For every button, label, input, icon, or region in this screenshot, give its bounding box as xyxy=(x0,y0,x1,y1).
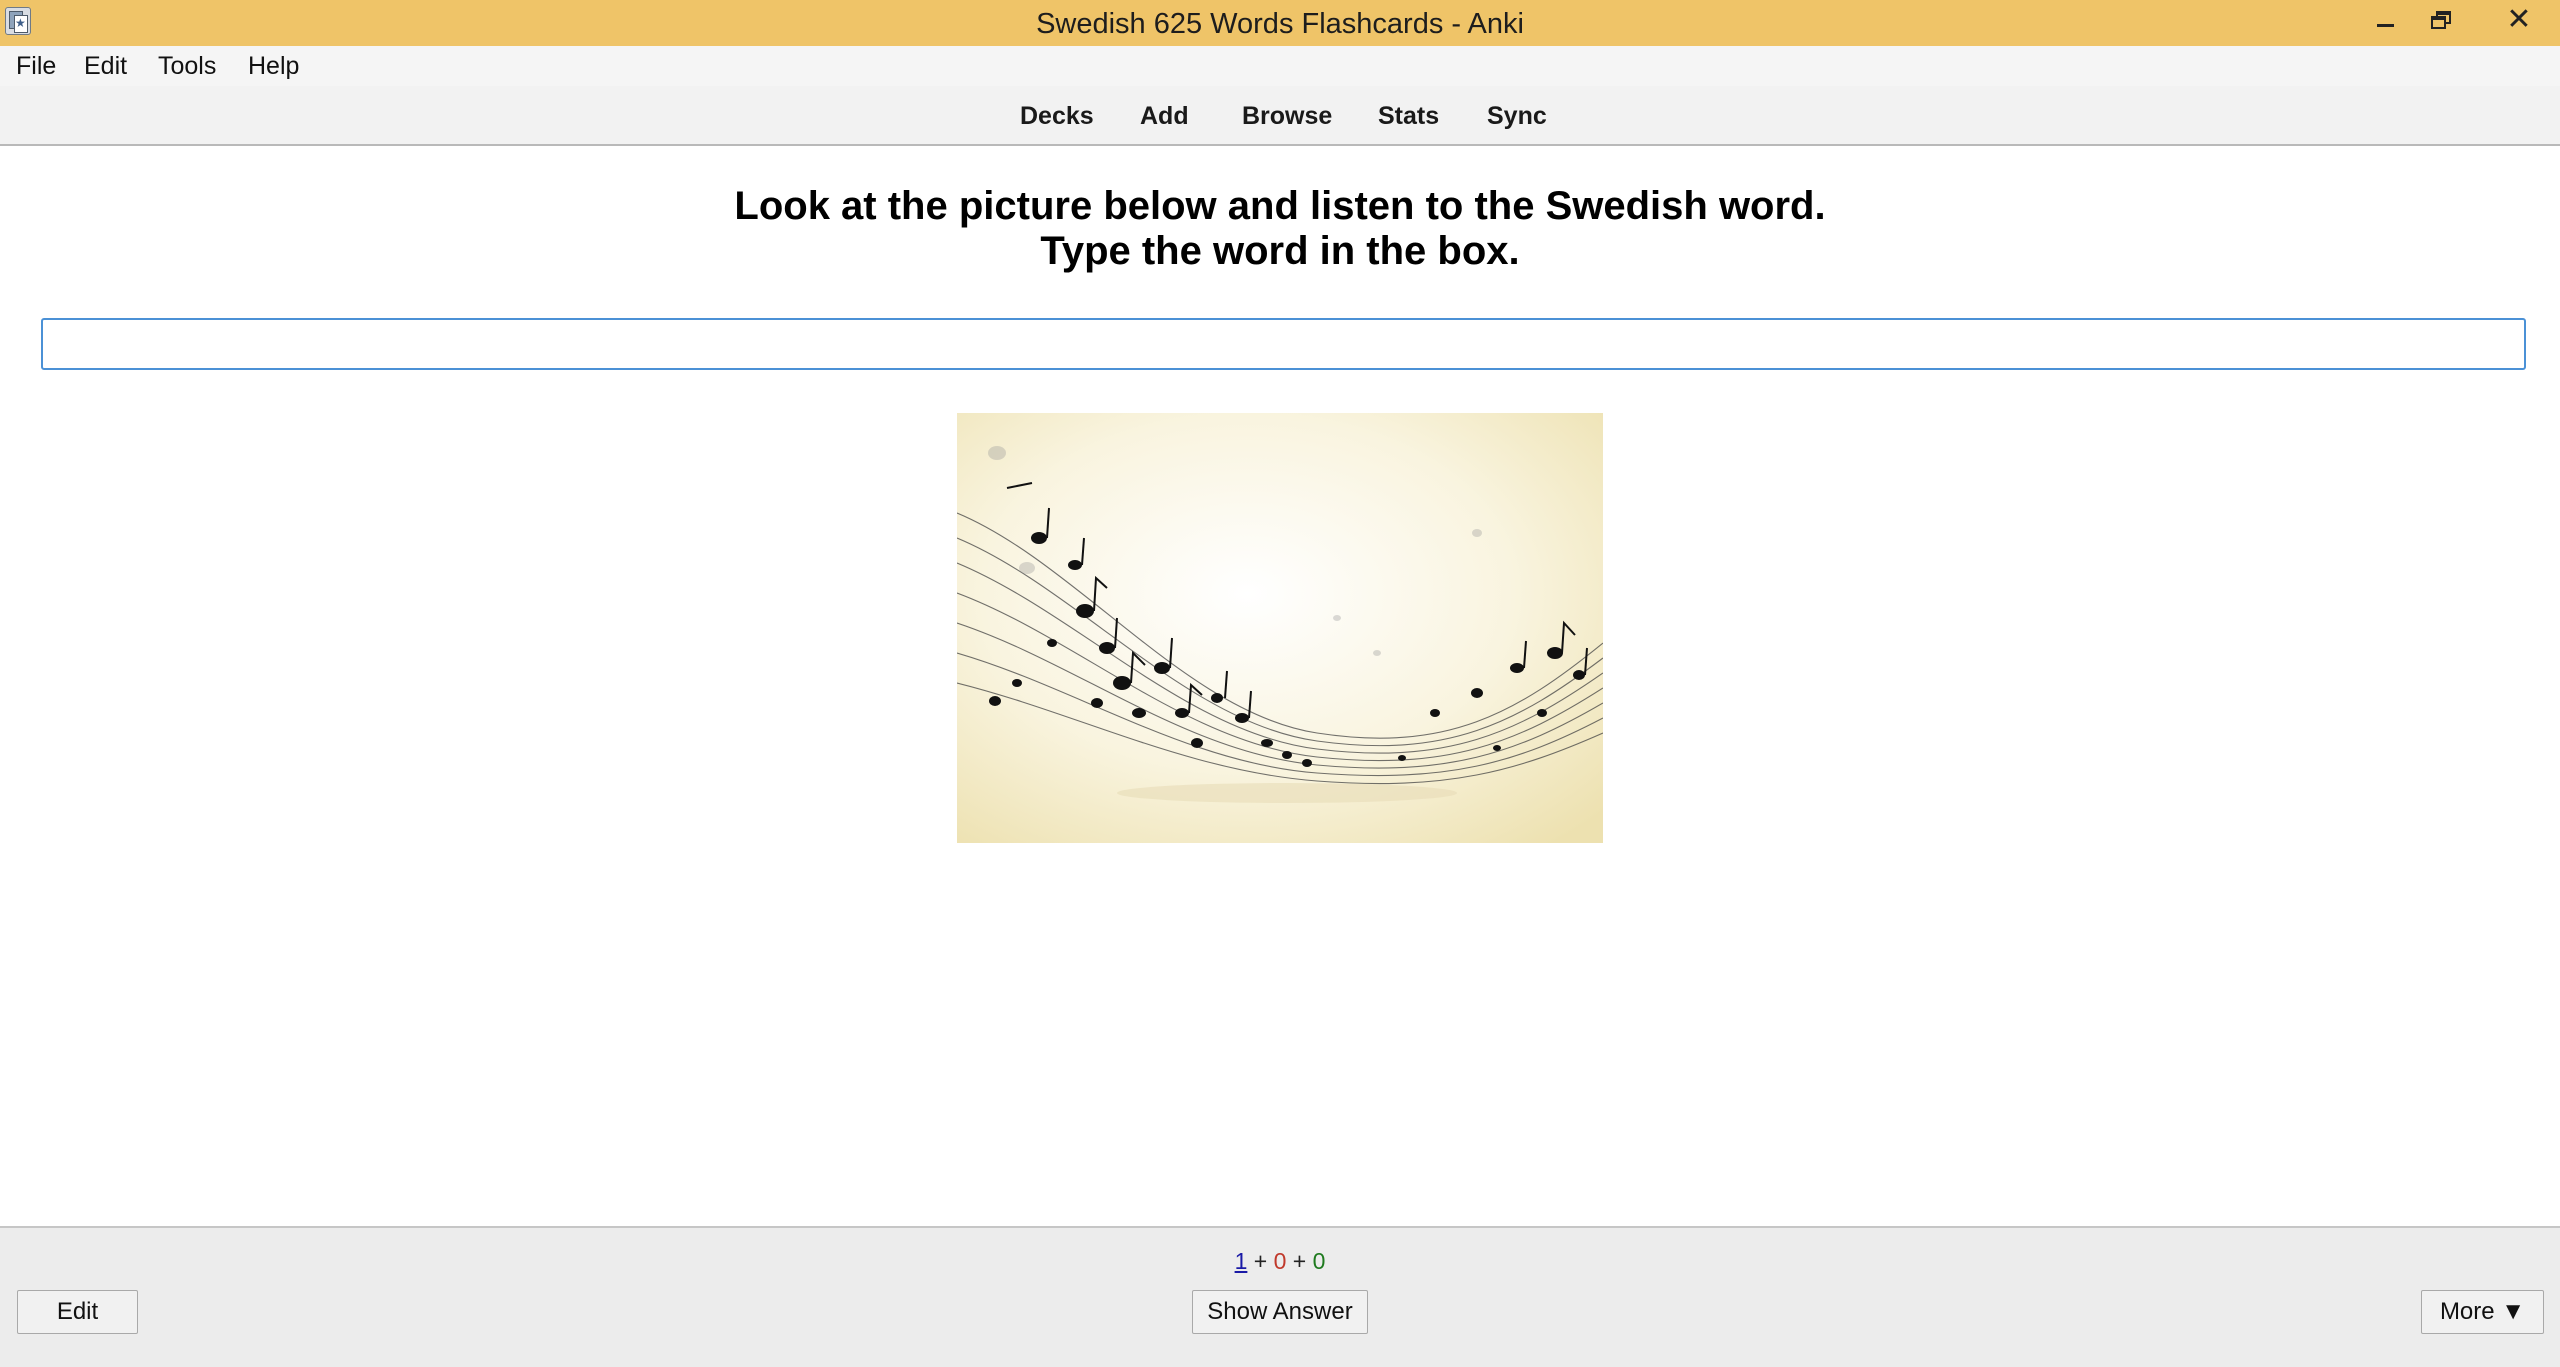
menu-bar: File Edit Tools Help xyxy=(0,46,2560,86)
window-title: Swedish 625 Words Flashcards - Anki xyxy=(1036,8,1524,40)
music-notes-illustration xyxy=(957,413,1603,843)
close-icon: ✕ xyxy=(2506,3,2532,36)
more-button[interactable]: More ▼ xyxy=(2421,1290,2544,1334)
main-toolbar: Decks Add Browse Stats Sync xyxy=(0,86,2560,146)
restore-icon-front xyxy=(2431,16,2446,29)
prompt-line-2: Type the word in the box. xyxy=(1040,229,1520,273)
due-counts: 1 + 0 + 0 xyxy=(0,1248,2560,1275)
show-answer-button[interactable]: Show Answer xyxy=(1192,1290,1368,1334)
card-prompt: Look at the picture below and listen to … xyxy=(0,184,2560,274)
toolbar-add-link[interactable]: Add xyxy=(1140,86,1189,144)
edit-button[interactable]: Edit xyxy=(17,1290,138,1334)
close-button[interactable]: ✕ xyxy=(2478,0,2560,46)
menu-tools[interactable]: Tools xyxy=(158,46,216,86)
toolbar-decks-link[interactable]: Decks xyxy=(1020,86,1094,144)
review-bottom-bar: 1 + 0 + 0 Edit Show Answer More ▼ xyxy=(0,1226,2560,1367)
new-count: 1 xyxy=(1234,1248,1248,1274)
learning-count: 0 xyxy=(1273,1248,1287,1274)
restore-button[interactable] xyxy=(2410,0,2470,46)
count-separator: + xyxy=(1253,1248,1268,1274)
card-view: Look at the picture below and listen to … xyxy=(0,146,2560,1226)
minimize-button[interactable] xyxy=(2356,0,2416,46)
toolbar-stats-link[interactable]: Stats xyxy=(1378,86,1439,144)
review-count: 0 xyxy=(1312,1248,1326,1274)
toolbar-browse-link[interactable]: Browse xyxy=(1242,86,1332,144)
type-answer-input[interactable] xyxy=(41,318,2526,370)
menu-file[interactable]: File xyxy=(16,46,56,86)
count-separator: + xyxy=(1292,1248,1307,1274)
title-bar[interactable]: ★ Swedish 625 Words Flashcards - Anki ✕ xyxy=(0,0,2560,46)
toolbar-sync-link[interactable]: Sync xyxy=(1487,86,1547,144)
prompt-line-1: Look at the picture below and listen to … xyxy=(734,184,1826,228)
music-notes-image xyxy=(957,413,1603,843)
minimize-icon xyxy=(2377,24,2394,27)
menu-help[interactable]: Help xyxy=(248,46,299,86)
menu-edit[interactable]: Edit xyxy=(84,46,127,86)
